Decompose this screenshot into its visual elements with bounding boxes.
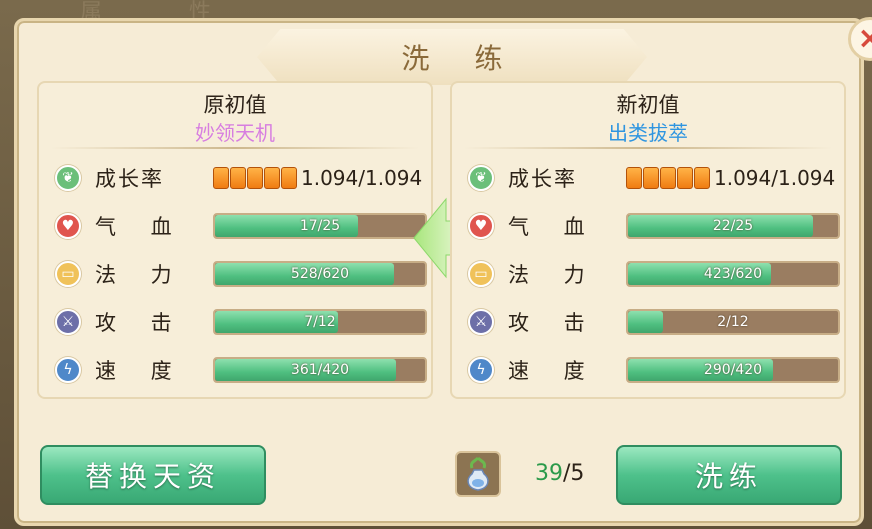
wash-dialog: 洗 练 × 原初值 妙领天机 ❦ 成长率 1.094/1.094 ♥ 气 血 1… bbox=[14, 17, 872, 526]
stat-bar: 22/25 bbox=[626, 213, 840, 239]
original-values-card: 原初值 妙领天机 ❦ 成长率 1.094/1.094 ♥ 气 血 17/25 ▭… bbox=[37, 81, 433, 399]
growth-pip bbox=[694, 167, 710, 189]
stat-label: 气 血 bbox=[95, 215, 186, 239]
stat-value: 22/25 bbox=[712, 218, 754, 234]
growth-pip bbox=[247, 167, 263, 189]
growth-pip bbox=[626, 167, 642, 189]
item-slot[interactable] bbox=[455, 451, 501, 497]
stat-row-spd: ϟ 速 度 290/420 bbox=[468, 355, 840, 385]
stat-bar: 528/620 bbox=[213, 261, 427, 287]
growth-pip bbox=[677, 167, 693, 189]
sword-icon: ⚔ bbox=[468, 309, 494, 335]
stat-bar: 290/420 bbox=[626, 357, 840, 383]
stat-label: 攻 击 bbox=[95, 311, 186, 335]
sword-icon: ⚔ bbox=[55, 309, 81, 335]
stat-bar: 423/620 bbox=[626, 261, 840, 287]
card-subtitle: 出类拔萃 bbox=[608, 121, 688, 145]
stat-value: 528/620 bbox=[290, 266, 350, 282]
card-subtitle: 妙领天机 bbox=[195, 121, 275, 145]
stat-row-mp: ▭ 法 力 423/620 bbox=[468, 259, 840, 289]
item-counter: 39/5 bbox=[535, 461, 584, 486]
lightning-icon: ϟ bbox=[55, 357, 81, 383]
growth-row: ❦ 成长率 1.094/1.094 bbox=[468, 163, 835, 193]
stat-label: 速 度 bbox=[95, 359, 186, 383]
dialog-title: 洗 练 bbox=[401, 42, 521, 75]
growth-pip bbox=[281, 167, 297, 189]
stat-bar: 2/12 bbox=[626, 309, 840, 335]
stat-bar: 17/25 bbox=[213, 213, 427, 239]
lightning-icon: ϟ bbox=[468, 357, 494, 383]
stat-label: 速 度 bbox=[508, 359, 599, 383]
item-count-need: 5 bbox=[570, 461, 585, 486]
leaf-icon: ❦ bbox=[468, 165, 494, 191]
divider bbox=[51, 147, 419, 149]
item-count-have: 39 bbox=[535, 461, 563, 486]
growth-label: 成长率 bbox=[508, 167, 577, 191]
stat-row-spd: ϟ 速 度 361/420 bbox=[55, 355, 427, 385]
stat-row-atk: ⚔ 攻 击 7/12 bbox=[55, 307, 427, 337]
stat-value: 290/420 bbox=[703, 362, 763, 378]
growth-pips bbox=[213, 167, 297, 189]
growth-pips bbox=[626, 167, 710, 189]
stat-bar: 7/12 bbox=[213, 309, 427, 335]
growth-pip bbox=[660, 167, 676, 189]
card-title: 原初值 bbox=[203, 93, 267, 117]
leaf-icon: ❦ bbox=[55, 165, 81, 191]
stat-row-mp: ▭ 法 力 528/620 bbox=[55, 259, 427, 289]
title-banner: 洗 练 bbox=[257, 29, 647, 85]
heart-icon: ♥ bbox=[468, 213, 494, 239]
divider bbox=[464, 147, 832, 149]
card-title: 新初值 bbox=[616, 93, 680, 117]
stat-value: 361/420 bbox=[290, 362, 350, 378]
stat-value: 423/620 bbox=[703, 266, 763, 282]
stat-row-hp: ♥ 气 血 17/25 bbox=[55, 211, 427, 241]
close-icon: × bbox=[857, 21, 872, 56]
scroll-icon: ▭ bbox=[468, 261, 494, 287]
stat-label: 攻 击 bbox=[508, 311, 599, 335]
stat-value: 17/25 bbox=[299, 218, 341, 234]
potion-vase-icon bbox=[467, 456, 489, 491]
stat-value: 2/12 bbox=[717, 314, 749, 330]
stat-bar: 361/420 bbox=[213, 357, 427, 383]
wash-button[interactable]: 洗练 bbox=[616, 445, 842, 505]
stat-row-hp: ♥ 气 血 22/25 bbox=[468, 211, 840, 241]
new-values-card: 新初值 出类拔萃 ❦ 成长率 1.094/1.094 ♥ 气 血 22/25 ▭… bbox=[450, 81, 846, 399]
growth-pip bbox=[230, 167, 246, 189]
stat-row-atk: ⚔ 攻 击 2/12 bbox=[468, 307, 840, 337]
stat-label: 法 力 bbox=[95, 263, 186, 287]
stat-label: 气 血 bbox=[508, 215, 599, 239]
growth-row: ❦ 成长率 1.094/1.094 bbox=[55, 163, 422, 193]
stat-value: 7/12 bbox=[304, 314, 336, 330]
scroll-icon: ▭ bbox=[55, 261, 81, 287]
growth-value: 1.094/1.094 bbox=[301, 166, 423, 190]
growth-value: 1.094/1.094 bbox=[714, 166, 836, 190]
growth-label: 成长率 bbox=[95, 167, 164, 191]
growth-pip bbox=[213, 167, 229, 189]
growth-pip bbox=[264, 167, 280, 189]
heart-icon: ♥ bbox=[55, 213, 81, 239]
replace-talent-button[interactable]: 替换天资 bbox=[40, 445, 266, 505]
growth-pip bbox=[643, 167, 659, 189]
stat-label: 法 力 bbox=[508, 263, 599, 287]
close-button[interactable]: × bbox=[848, 17, 872, 61]
